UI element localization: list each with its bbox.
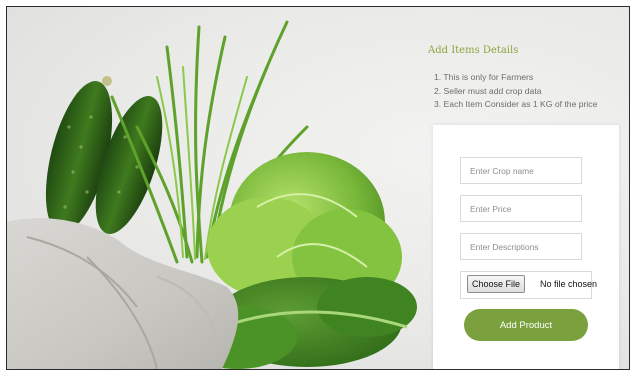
price-input[interactable] (460, 195, 582, 222)
info-item: 3. Each Item Consider as 1 KG of the pri… (434, 99, 598, 109)
add-product-button[interactable]: Add Product (464, 309, 588, 341)
info-item: 1. This is only for Farmers (434, 72, 534, 82)
choose-file-button[interactable]: Choose File (467, 275, 526, 293)
descriptions-input[interactable] (460, 233, 582, 260)
info-title: Add Items Details (428, 45, 519, 56)
info-item: 2. Seller must add crop data (434, 85, 542, 96)
add-product-form: Choose File No file chosen Add Product (433, 125, 619, 369)
crop-name-input[interactable] (460, 157, 582, 184)
info-list: 1. This is only for Farmers 2. Seller mu… (434, 71, 597, 112)
file-status-text: No file chosen (540, 279, 598, 289)
file-upload-field: Choose File No file chosen (460, 271, 597, 299)
vegetables-image (7, 20, 417, 369)
page-frame: Add Items Details 1. This is only for Fa… (6, 6, 630, 370)
